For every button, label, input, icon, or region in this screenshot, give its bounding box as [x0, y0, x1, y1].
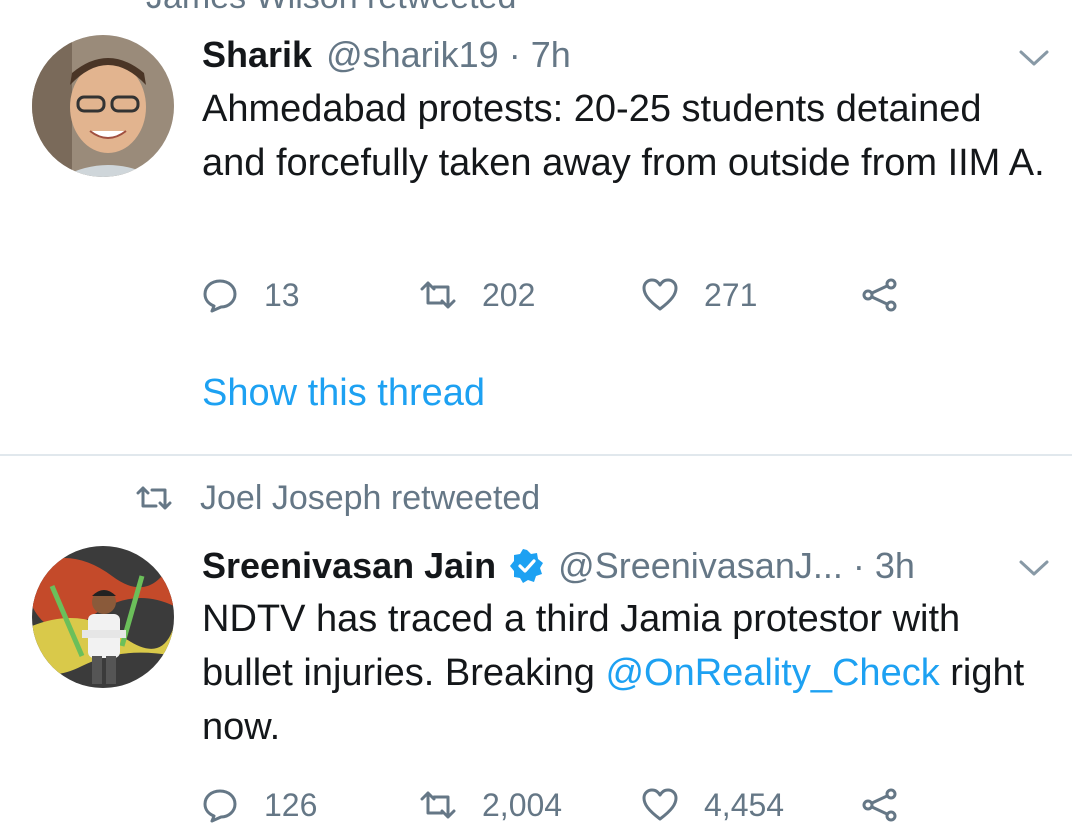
tweet-text: NDTV has traced a third Jamia protestor …	[202, 592, 1052, 754]
reply-count: 13	[264, 276, 300, 313]
share-icon	[862, 788, 897, 822]
tweet-header: Sreenivasan Jain @SreenivasanJ... · 3h	[202, 542, 915, 590]
mention-link[interactable]: @OnReality_Check	[605, 652, 939, 694]
chevron-down-icon[interactable]	[1018, 48, 1050, 68]
user-avatar-icon	[32, 546, 174, 688]
show-thread-link[interactable]: Show this thread	[202, 372, 485, 415]
share-button[interactable]	[862, 270, 924, 320]
retweet-count: 2,004	[482, 786, 563, 823]
tweet-actions: 126 2,004 4,454	[202, 780, 922, 830]
separator: ·	[852, 545, 865, 586]
timestamp[interactable]: 3h	[875, 545, 915, 587]
retweet-button[interactable]: 2,004	[420, 780, 562, 830]
share-icon	[862, 278, 897, 312]
display-name[interactable]: Sharik	[202, 34, 312, 76]
retweet-count: 202	[482, 276, 536, 313]
timestamp[interactable]: 7h	[531, 34, 571, 76]
retweet-context: Joel Joseph retweeted	[136, 476, 540, 520]
top-retweet-context: James Wilson retweeted	[146, 0, 516, 17]
chevron-down-icon[interactable]	[1018, 558, 1050, 578]
retweet-button[interactable]: 202	[420, 270, 535, 320]
avatar[interactable]	[32, 35, 174, 177]
avatar[interactable]	[32, 546, 174, 688]
tweet-header: Sharik @sharik19 · 7h	[202, 31, 571, 79]
reply-icon	[203, 279, 237, 313]
retweet-context-label[interactable]: Joel Joseph retweeted	[200, 479, 540, 518]
like-count: 4,454	[704, 786, 785, 823]
retweet-icon	[420, 791, 456, 819]
tweet-text: Ahmedabad protests: 20-25 students detai…	[202, 88, 1045, 184]
separator: ·	[508, 34, 521, 75]
like-icon	[642, 788, 678, 821]
like-count: 271	[704, 276, 758, 313]
tweet-actions: 13 202 271	[202, 270, 922, 320]
like-button[interactable]: 4,454	[642, 780, 784, 830]
user-avatar-icon	[32, 35, 174, 177]
reply-icon	[203, 789, 237, 823]
retweet-icon	[136, 486, 172, 510]
share-button[interactable]	[862, 780, 924, 830]
display-name[interactable]: Sreenivasan Jain	[202, 545, 496, 587]
user-handle[interactable]: @SreenivasanJ...	[558, 545, 843, 587]
reply-button[interactable]: 126	[202, 780, 317, 830]
like-icon	[642, 278, 678, 311]
like-button[interactable]: 271	[642, 270, 757, 320]
reply-count: 126	[264, 786, 318, 823]
user-handle[interactable]: @sharik19	[326, 34, 499, 76]
tweet-divider	[0, 454, 1072, 456]
verified-badge-icon	[510, 549, 544, 583]
reply-button[interactable]: 13	[202, 270, 300, 320]
retweet-icon	[420, 281, 456, 309]
